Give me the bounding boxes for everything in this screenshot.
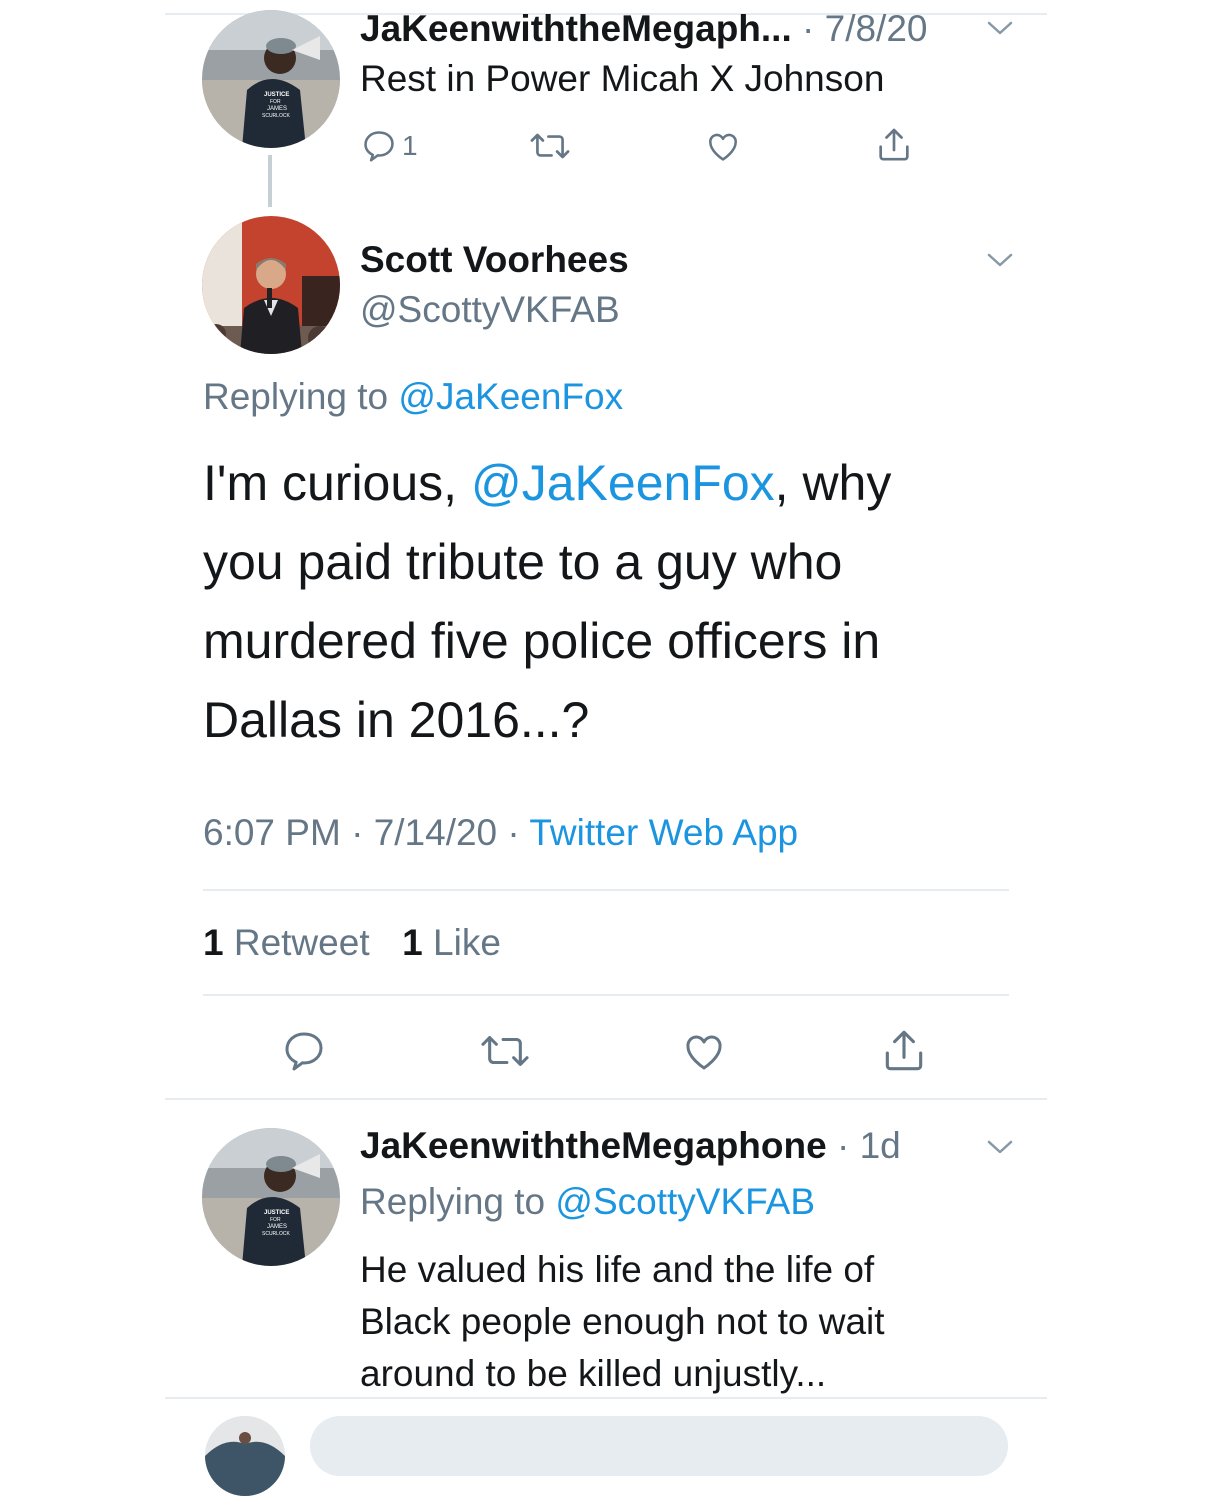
replying-to-mention[interactable]: @ScottyVKFAB bbox=[555, 1181, 815, 1222]
main-tweet-meta: 6:07 PM · 7/14/20 · Twitter Web App bbox=[203, 812, 798, 854]
parent-text: Rest in Power Micah X Johnson bbox=[360, 58, 885, 99]
svg-text:JAMES: JAMES bbox=[267, 106, 287, 112]
replying-to-prefix: Replying to bbox=[203, 376, 389, 417]
stats-divider-top bbox=[203, 889, 1009, 891]
main-text-line-4: Dallas in 2016...? bbox=[203, 692, 590, 748]
main-tweet-text: I'm curious, @JaKeenFox, why you paid tr… bbox=[203, 444, 891, 760]
like-count: 1 bbox=[402, 922, 423, 963]
reply-header: JaKeenwiththeMegaphone · 1d bbox=[360, 1125, 901, 1167]
main-text-fragment: I'm curious, bbox=[203, 455, 458, 511]
svg-text:FOR: FOR bbox=[270, 1217, 281, 1223]
parent-header: JaKeenwiththeMegaph... · 7/8/20 bbox=[360, 8, 928, 49]
reply-separator: · bbox=[836, 1125, 850, 1166]
main-avatar[interactable] bbox=[202, 216, 340, 354]
svg-text:JUSTICE: JUSTICE bbox=[264, 92, 289, 98]
share-icon[interactable] bbox=[874, 125, 914, 165]
main-text-line-1: I'm curious, @JaKeenFox, why bbox=[203, 444, 891, 523]
thread-connector-line bbox=[268, 155, 272, 207]
meta-separator: · bbox=[507, 812, 520, 853]
like-icon[interactable] bbox=[703, 127, 743, 165]
svg-text:JAMES: JAMES bbox=[267, 1224, 287, 1230]
reply-text-line-2: Black people enough not to wait bbox=[360, 1301, 885, 1342]
like-stat[interactable]: 1 Like bbox=[402, 922, 501, 963]
reply-icon[interactable] bbox=[360, 127, 398, 165]
main-tweet-source[interactable]: Twitter Web App bbox=[529, 812, 798, 853]
reply-text: He valued his life and the life of Black… bbox=[360, 1244, 885, 1400]
main-tweet-date: 7/14/20 bbox=[373, 812, 498, 853]
stats-divider-bottom bbox=[203, 994, 1009, 996]
reply-replying-to: Replying to @ScottyVKFAB bbox=[360, 1181, 815, 1223]
compose-avatar[interactable] bbox=[205, 1416, 285, 1496]
main-replying-to: Replying to @JaKeenFox bbox=[203, 376, 623, 418]
retweet-stat[interactable]: 1 Retweet bbox=[203, 922, 370, 963]
replying-to-mention[interactable]: @JaKeenFox bbox=[398, 376, 623, 417]
main-text-line-3: murdered five police officers in bbox=[203, 613, 881, 669]
main-author-handle[interactable]: @ScottyVKFAB bbox=[360, 289, 620, 331]
svg-text:SCURLOCK: SCURLOCK bbox=[262, 1231, 290, 1237]
svg-text:JUSTICE: JUSTICE bbox=[264, 1210, 289, 1216]
like-icon[interactable] bbox=[679, 1027, 729, 1075]
main-text-mention[interactable]: @JaKeenFox bbox=[471, 455, 775, 511]
reply-text-line-1: He valued his life and the life of bbox=[360, 1249, 875, 1290]
replying-to-prefix: Replying to bbox=[360, 1181, 546, 1222]
parent-avatar[interactable]: JUSTICE FOR JAMES SCURLOCK bbox=[202, 10, 340, 148]
chevron-down-icon[interactable] bbox=[985, 18, 1015, 38]
retweet-icon[interactable] bbox=[528, 127, 572, 165]
parent-date[interactable]: 7/8/20 bbox=[825, 8, 928, 49]
svg-text:FOR: FOR bbox=[270, 99, 281, 105]
parent-reply-count: 1 bbox=[402, 130, 418, 161]
reply-icon[interactable] bbox=[280, 1027, 328, 1075]
reply-text-line-3: around to be killed unjustly... bbox=[360, 1353, 827, 1394]
main-tweet-bottom-divider bbox=[165, 1098, 1047, 1100]
reply-compose-input[interactable] bbox=[310, 1416, 1008, 1476]
main-text-fragment: , why bbox=[774, 455, 892, 511]
parent-author-name[interactable]: JaKeenwiththeMegaph... bbox=[360, 8, 792, 49]
reply-author-name[interactable]: JaKeenwiththeMegaphone bbox=[360, 1125, 827, 1166]
chevron-down-icon[interactable] bbox=[985, 1137, 1015, 1157]
main-tweet-stats: 1 Retweet 1 Like bbox=[203, 922, 501, 964]
like-label: Like bbox=[433, 922, 501, 963]
chevron-down-icon[interactable] bbox=[985, 250, 1015, 270]
svg-text:SCURLOCK: SCURLOCK bbox=[262, 113, 290, 119]
main-author-name[interactable]: Scott Voorhees bbox=[360, 239, 629, 281]
reply-bottom-divider bbox=[165, 1397, 1047, 1399]
retweet-count: 1 bbox=[203, 922, 224, 963]
retweet-icon[interactable] bbox=[478, 1028, 532, 1074]
main-tweet-time: 6:07 PM bbox=[203, 812, 341, 853]
share-icon[interactable] bbox=[879, 1026, 929, 1076]
main-text-line-2: you paid tribute to a guy who bbox=[203, 534, 843, 590]
meta-separator: · bbox=[351, 812, 364, 853]
reply-age[interactable]: 1d bbox=[860, 1125, 901, 1166]
retweet-label: Retweet bbox=[233, 922, 370, 963]
parent-separator: · bbox=[802, 8, 815, 49]
reply-avatar[interactable]: JUSTICE FOR JAMES SCURLOCK bbox=[202, 1128, 340, 1266]
